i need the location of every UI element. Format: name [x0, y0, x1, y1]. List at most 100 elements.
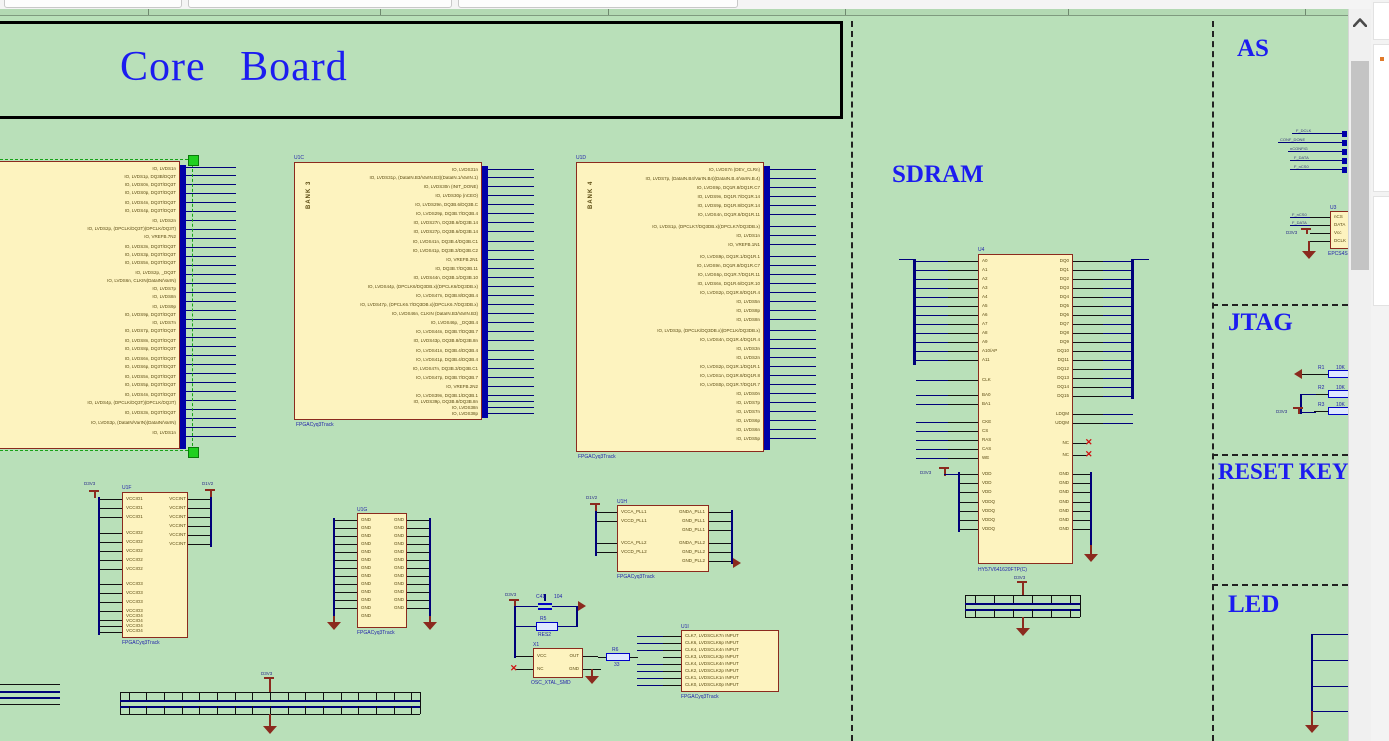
led-ground-symbol [1305, 725, 1319, 733]
dock-panel-2-marker [1380, 57, 1384, 61]
decap-lead [128, 706, 130, 714]
vccio-footprint: FPGACyq3Track [122, 640, 160, 646]
selection-handle-br[interactable] [188, 447, 199, 458]
section-label-led: LED [1228, 591, 1280, 618]
decap-lead [993, 595, 995, 603]
decap-lead [974, 609, 976, 617]
bank3-footprint: FPGACyq3Track [296, 422, 334, 428]
jtag-res-2 [1328, 390, 1348, 398]
sdram-footprint: HY57V641620FTP(C) [978, 567, 1027, 573]
decap-lead [393, 692, 395, 700]
osc-cap [538, 600, 552, 612]
decap-lead [234, 692, 236, 700]
toolbar-strip [0, 0, 1389, 9]
decap-lead [1012, 595, 1014, 603]
section-label-as: AS [1237, 35, 1269, 62]
decap-lead [1051, 595, 1053, 603]
osc-out-port [578, 601, 586, 611]
as-net-conf-done: CONF_DONE [1280, 137, 1306, 142]
fpga-bank3-symbol[interactable] [294, 162, 482, 420]
page-title: Core Board [120, 44, 348, 90]
selection-rectangle[interactable] [0, 159, 193, 451]
divider-reset-led [1212, 584, 1348, 586]
toolbar-button-2[interactable] [188, 0, 452, 8]
toolbar-button-1[interactable] [4, 0, 182, 8]
decap-lead [234, 706, 236, 714]
decap-lead [164, 706, 166, 714]
osc-series-res [606, 653, 630, 661]
jtag-res-3-value: 10K [1336, 402, 1345, 408]
gnd-footprint: FPGACyq3Track [357, 630, 395, 636]
scroll-up-button[interactable] [1349, 9, 1371, 35]
decap-lead [217, 692, 219, 700]
decap-lead [993, 609, 995, 617]
decap-lead [358, 706, 360, 714]
as-eeprom-footprint: EPCS4SI8 [1328, 251, 1348, 257]
section-label-reset-key: RESET KEY [1218, 459, 1348, 484]
osc-cap-value: 104 [554, 594, 563, 600]
sdram-ground-symbol [1084, 554, 1098, 562]
osc-pin-vcc: VCC [537, 653, 547, 658]
divider-vertical-main [851, 21, 853, 741]
dock-panel-1[interactable] [1373, 2, 1389, 40]
jtag-input-port [1294, 369, 1302, 379]
right-dock-panel [1371, 0, 1389, 741]
decap-lead [393, 706, 395, 714]
osc-res-refdes: R5 [540, 616, 547, 622]
divider-vertical-right [1212, 21, 1214, 741]
section-label-sdram: SDRAM [892, 161, 984, 188]
decap-sdram-ground-symbol [1016, 628, 1030, 636]
as-eeprom-ground-symbol [1302, 251, 1316, 259]
decap-lead [217, 706, 219, 714]
osc-pin-nc: NC [537, 666, 544, 671]
jtag-res-3 [1328, 407, 1348, 415]
vertical-scrollbar[interactable] [1348, 9, 1371, 741]
decap-lead [305, 706, 307, 714]
decap-lead [181, 692, 183, 700]
divider-jtag-reset [1212, 454, 1348, 456]
osc-series-res-refdes: R6 [612, 647, 619, 653]
decap-lead [270, 692, 271, 700]
gnd-left-ground-symbol [327, 622, 341, 630]
bank3-refdes: U1C [294, 155, 305, 161]
dock-panel-3[interactable] [1373, 196, 1389, 306]
dock-panel-2[interactable] [1373, 44, 1389, 192]
bank4-footprint: FPGACyq3Track [578, 454, 616, 460]
osc-series-res-value: 33 [614, 662, 620, 668]
decap-lead [411, 706, 413, 714]
decap-lead [287, 706, 289, 714]
selection-handle-tr[interactable] [188, 155, 199, 166]
gnd-right-ground-symbol [423, 622, 437, 630]
decap-lead [1032, 595, 1034, 603]
vccio-right-net-label: D1V2 [202, 481, 214, 486]
decap-lead [375, 692, 377, 700]
pll-gnd-port [733, 558, 741, 568]
as-net-ncs0: F_nCS0 [1294, 164, 1309, 169]
decap-sdram-net-label: D3V3 [1014, 575, 1026, 580]
bank4-refdes: U1D [576, 155, 587, 161]
as-eeprom-refdes: U3 [1330, 205, 1337, 211]
decap-left-ground-symbol [263, 726, 277, 734]
eda-schematic-window: Core Board SDRAM AS JTAG RESET KEY LED U… [0, 0, 1389, 741]
gnd-refdes: U1G [357, 507, 368, 513]
toolbar-button-3[interactable] [458, 0, 738, 8]
schematic-canvas[interactable]: Core Board SDRAM AS JTAG RESET KEY LED U… [0, 9, 1348, 741]
decap-lead [340, 692, 342, 700]
sdram-power-net-label: D3V3 [920, 470, 932, 475]
decap-lead [252, 692, 254, 700]
decap-lead [1012, 609, 1014, 617]
osc-res-value: RES2 [538, 632, 552, 638]
decap-lead [287, 692, 289, 700]
osc-res [536, 622, 558, 631]
decap-lead [411, 692, 413, 700]
pll-footprint: FPGACyq3Track [617, 574, 655, 580]
clk-footprint: FPGACyq3Track [681, 694, 719, 700]
vccio-refdes: U1F [122, 485, 132, 491]
jtag-res-2-value: 10K [1336, 385, 1345, 391]
decap-lead [270, 706, 271, 714]
as-eeprom-power-label: D3V3 [1286, 230, 1298, 235]
jtag-res-1-refdes: R1 [1318, 365, 1325, 371]
scrollbar-thumb[interactable] [1351, 61, 1369, 270]
jtag-res-1-value: 10K [1336, 365, 1345, 371]
jtag-res-1 [1328, 370, 1348, 378]
